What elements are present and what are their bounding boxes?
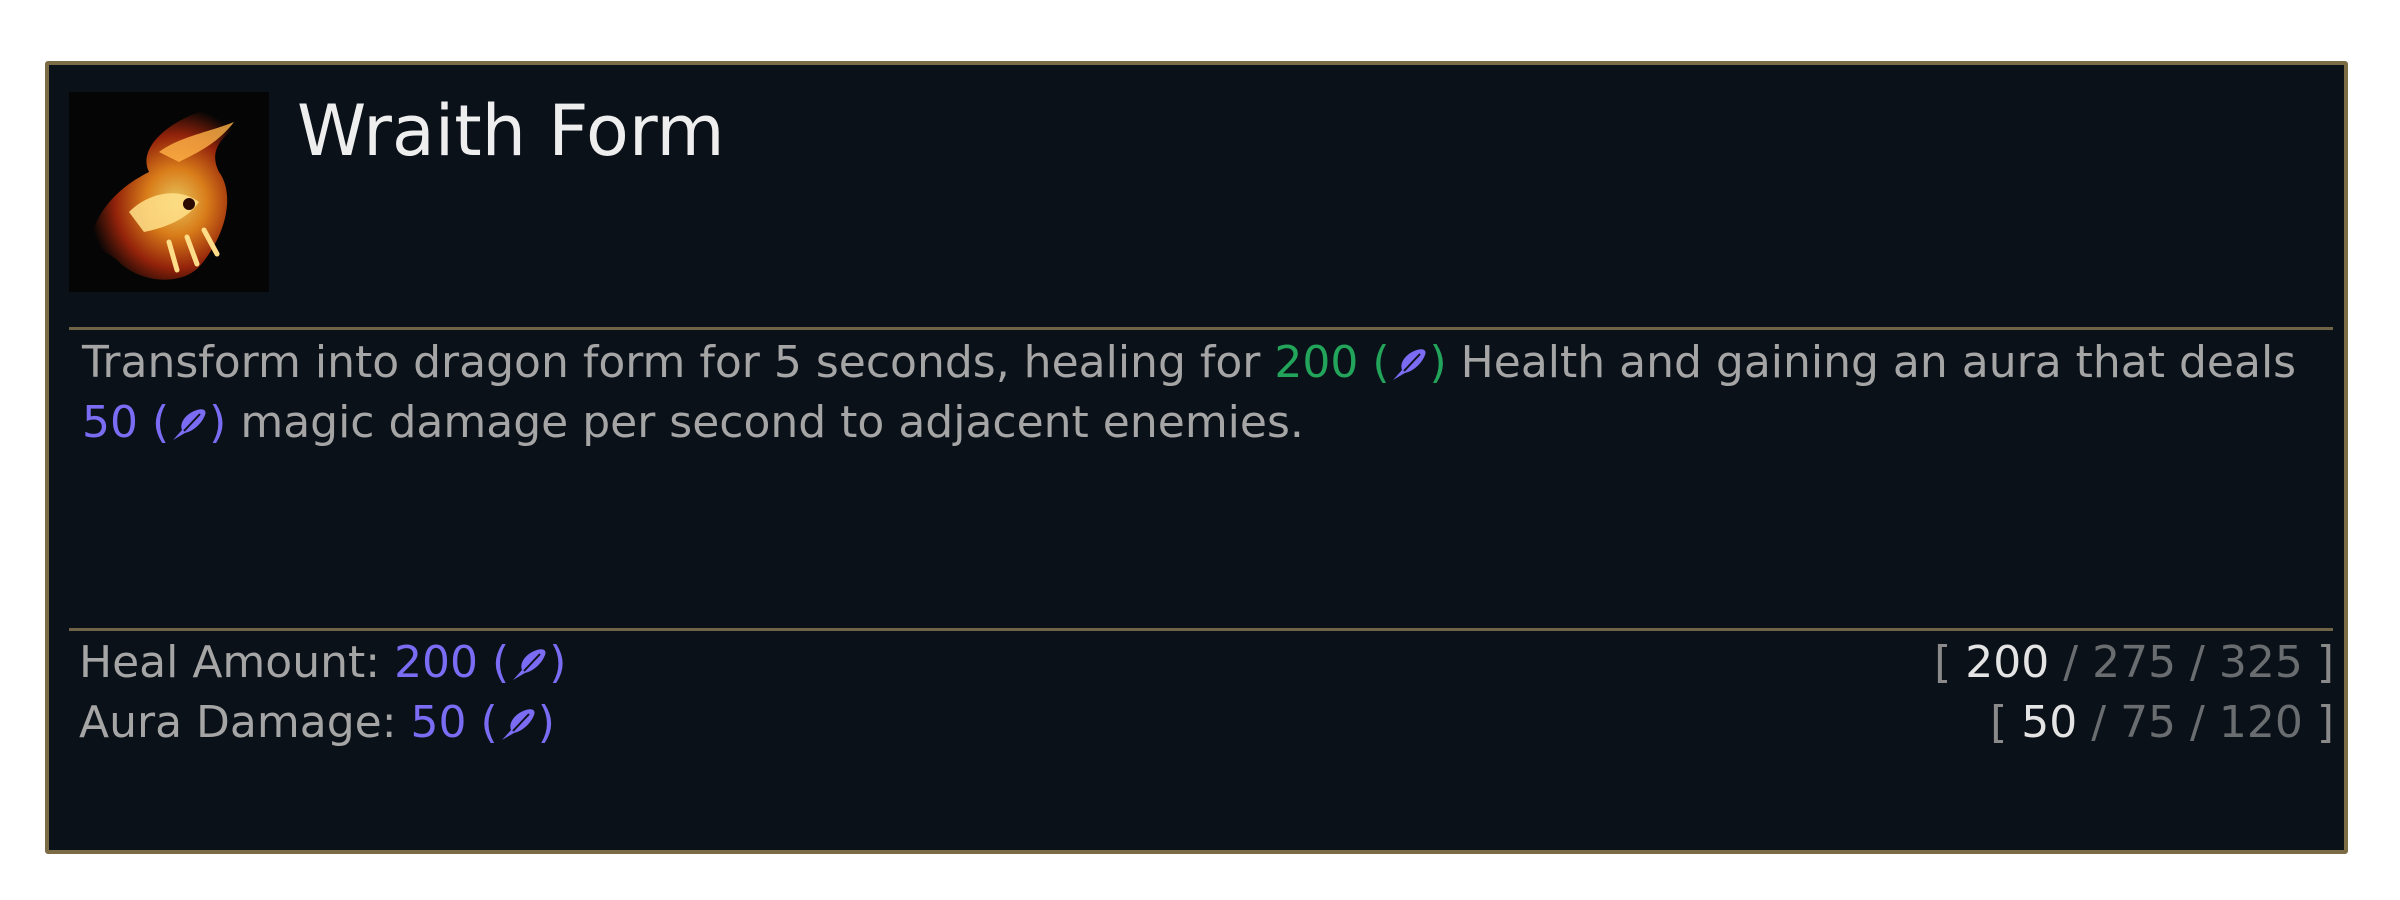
stats-section: Heal Amount: 200 () [ 200 / 275 / 325 ] … <box>79 633 2334 753</box>
rank-value: 275 <box>2092 637 2177 688</box>
ability-power-icon <box>1389 347 1429 383</box>
divider-top <box>69 327 2333 330</box>
ability-title: Wraith Form <box>297 90 725 172</box>
stat-label: Heal Amount: <box>79 637 381 688</box>
ability-power-icon <box>169 407 209 443</box>
ability-tooltip: Wraith Form Transform into dragon form f… <box>45 61 2348 854</box>
stat-value: 50 () <box>410 697 555 748</box>
ability-power-icon <box>509 647 549 683</box>
stat-value: 200 () <box>394 637 567 688</box>
stat-row-heal-amount: Heal Amount: 200 () [ 200 / 275 / 325 ] <box>79 633 2334 693</box>
stat-label: Aura Damage: <box>79 697 397 748</box>
rank-value: 120 <box>2218 697 2303 748</box>
rank-value-current: 50 <box>2021 697 2078 748</box>
damage-value: 50 () <box>82 397 227 448</box>
stat-left: Aura Damage: 50 () <box>79 693 555 753</box>
rank-value-current: 200 <box>1965 637 2050 688</box>
heal-value: 200 () <box>1274 337 1447 388</box>
stat-left: Heal Amount: 200 () <box>79 633 566 693</box>
ability-power-icon <box>498 707 538 743</box>
description-text-3: magic damage per second to adjacent enem… <box>240 397 1304 448</box>
rank-values: [ 200 / 275 / 325 ] <box>1934 637 2334 688</box>
description-text-1: Transform into dragon form for 5 seconds… <box>82 337 1275 388</box>
description-text-2: Health and gaining an aura that deals <box>1460 337 2297 388</box>
rank-value: 325 <box>2218 637 2303 688</box>
fire-dragon-icon <box>69 92 269 292</box>
stat-row-aura-damage: Aura Damage: 50 () [ 50 / 75 / 120 ] <box>79 693 2334 753</box>
rank-values: [ 50 / 75 / 120 ] <box>1990 697 2334 748</box>
ability-description: Transform into dragon form for 5 seconds… <box>82 333 2332 453</box>
rank-value: 75 <box>2120 697 2177 748</box>
divider-bottom <box>69 628 2333 631</box>
